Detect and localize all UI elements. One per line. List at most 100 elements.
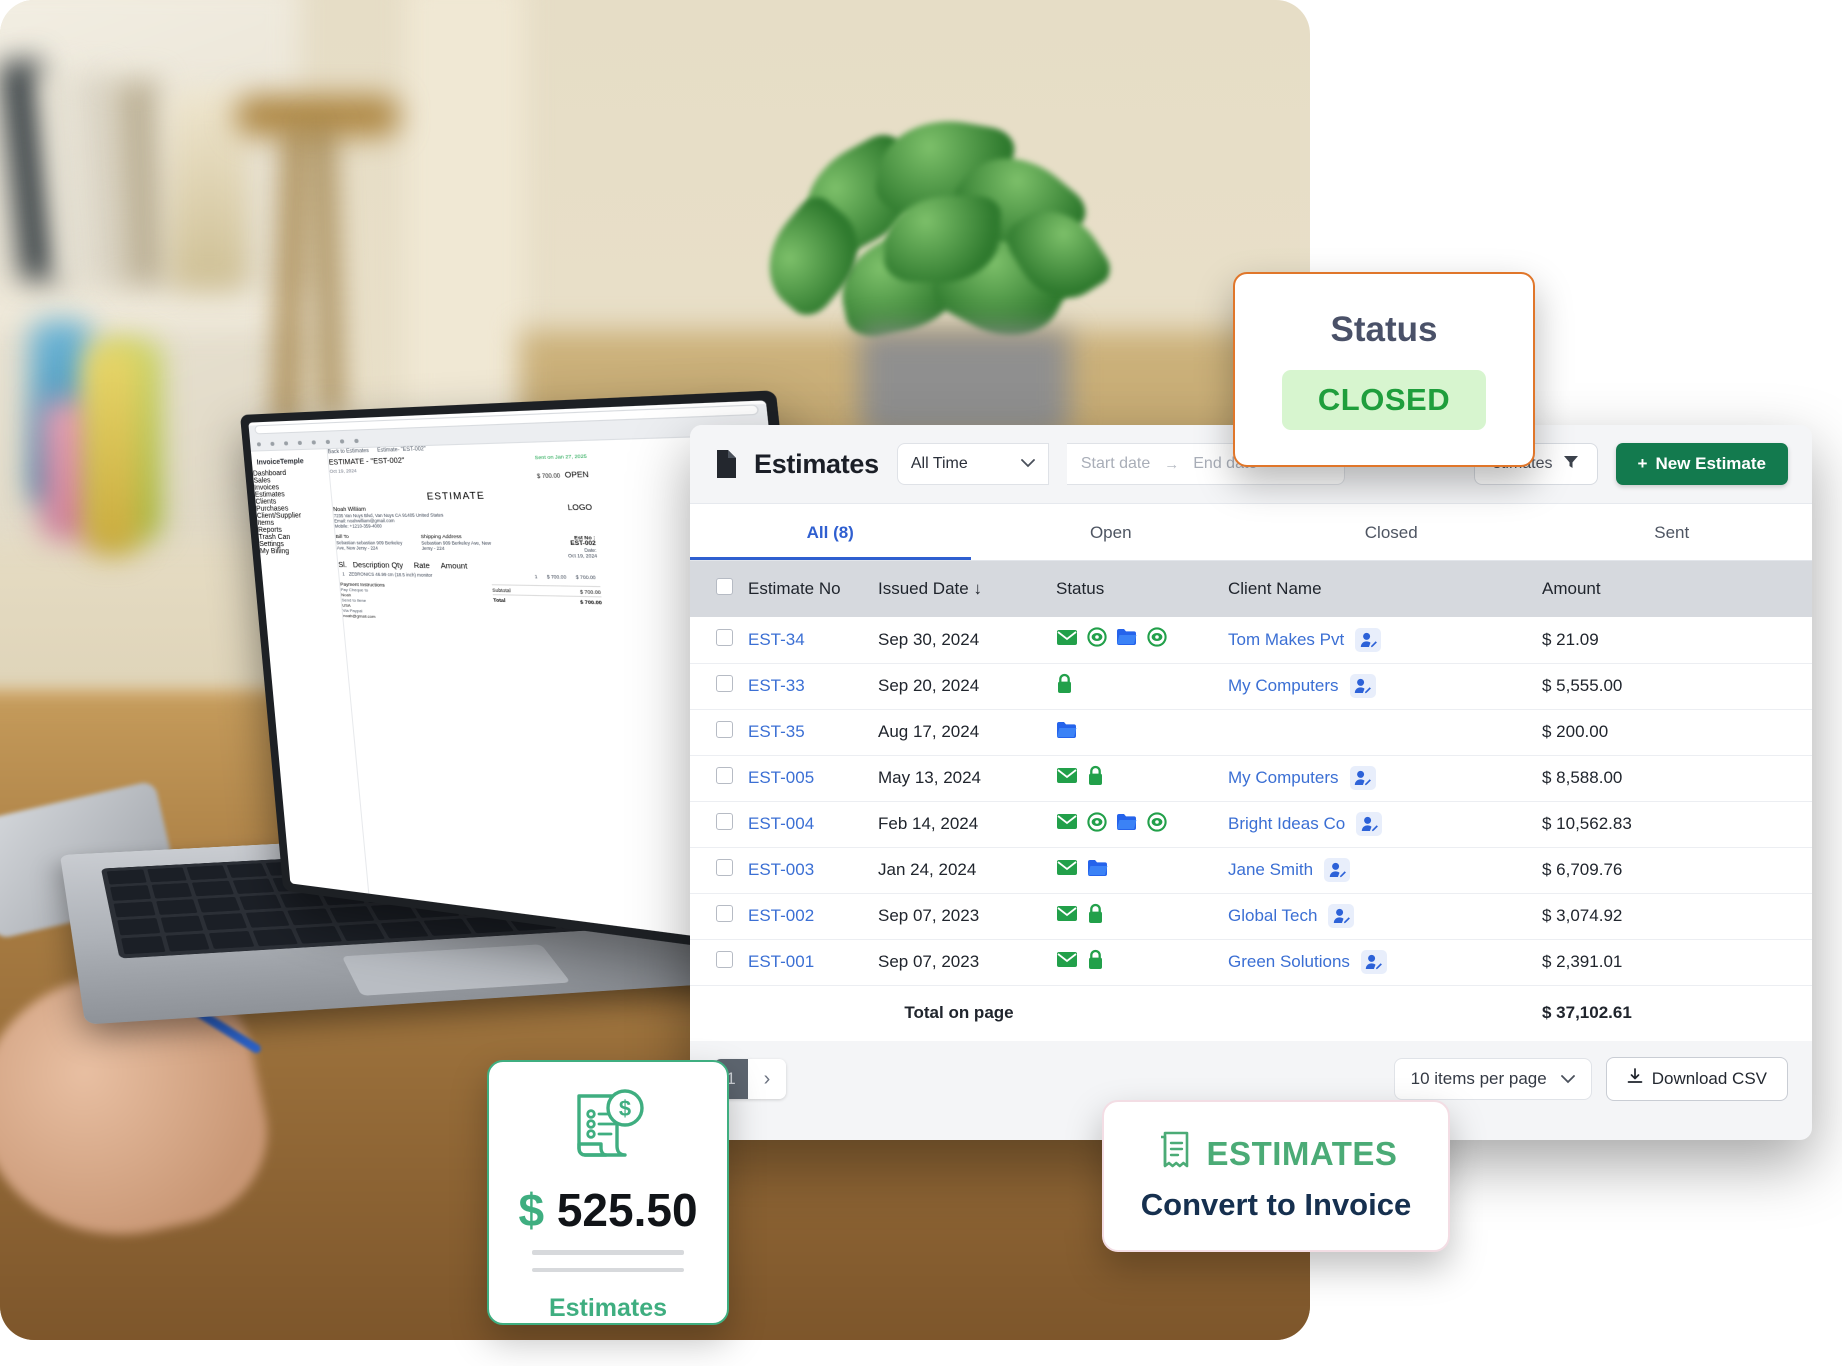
client-person-icon[interactable] xyxy=(1324,858,1350,882)
laptop-doc-item-sl: 1 xyxy=(342,571,345,576)
client-name-link[interactable]: My Computers xyxy=(1228,768,1339,788)
download-csv-button[interactable]: Download CSV xyxy=(1606,1057,1788,1101)
cell-issued-date: Jan 24, 2024 xyxy=(878,847,1056,893)
envelope-icon[interactable] xyxy=(1056,767,1078,789)
row-select-cell[interactable] xyxy=(690,617,748,663)
row-select-cell[interactable] xyxy=(690,801,748,847)
cell-estimate-no[interactable]: EST-35 xyxy=(748,709,878,755)
envelope-icon[interactable] xyxy=(1056,813,1078,835)
document-icon xyxy=(714,450,736,478)
row-checkbox[interactable] xyxy=(716,629,733,646)
lock-icon[interactable] xyxy=(1056,673,1073,699)
laptop-doc-subtotal-label: Subtotal xyxy=(492,587,511,593)
header-amount[interactable]: Amount xyxy=(1528,561,1812,617)
client-person-icon[interactable] xyxy=(1356,812,1382,836)
cell-estimate-no[interactable]: EST-33 xyxy=(748,663,878,709)
table-row[interactable]: EST-33 Sep 20, 2024 My Computers $ 5,555.00 xyxy=(690,663,1812,709)
cell-estimate-no[interactable]: EST-002 xyxy=(748,893,878,939)
cell-estimate-no[interactable]: EST-004 xyxy=(748,801,878,847)
tab-all[interactable]: All (8) xyxy=(690,504,971,560)
time-range-select[interactable]: All Time xyxy=(897,443,1049,485)
convert-card-subheading: Convert to Invoice xyxy=(1141,1187,1411,1223)
client-name-link[interactable]: Global Tech xyxy=(1228,906,1317,926)
table-row[interactable]: EST-005 May 13, 2024 My Computers $ 8,588.0… xyxy=(690,755,1812,801)
client-person-icon[interactable] xyxy=(1361,950,1387,974)
row-checkbox[interactable] xyxy=(716,951,733,968)
row-select-cell[interactable] xyxy=(690,709,748,755)
row-checkbox[interactable] xyxy=(716,813,733,830)
row-checkbox[interactable] xyxy=(716,859,733,876)
eye-icon[interactable] xyxy=(1147,812,1167,837)
folder-icon[interactable] xyxy=(1056,721,1078,744)
table-row[interactable]: EST-35 Aug 17, 2024 $ 200.00 xyxy=(690,709,1812,755)
folder-icon[interactable] xyxy=(1087,859,1109,882)
items-per-page-select[interactable]: 10 items per page xyxy=(1394,1058,1592,1100)
row-select-cell[interactable] xyxy=(690,755,748,801)
estimate-no-link[interactable]: EST-35 xyxy=(748,722,805,741)
table-row[interactable]: EST-002 Sep 07, 2023 Global Tech $ 3,074.92 xyxy=(690,893,1812,939)
select-all-checkbox[interactable] xyxy=(716,578,733,595)
start-date-input[interactable]: Start date xyxy=(1081,455,1150,473)
estimate-no-link[interactable]: EST-001 xyxy=(748,952,814,971)
cell-estimate-no[interactable]: EST-34 xyxy=(748,617,878,663)
client-person-icon[interactable] xyxy=(1350,674,1376,698)
estimate-no-link[interactable]: EST-002 xyxy=(748,906,814,925)
laptop-doc-title: ESTIMATE - "EST-002" xyxy=(329,457,406,466)
client-name-link[interactable]: Jane Smith xyxy=(1228,860,1313,880)
eye-icon[interactable] xyxy=(1087,627,1107,652)
envelope-icon[interactable] xyxy=(1056,859,1078,881)
total-spacer xyxy=(1228,985,1528,1041)
estimate-no-link[interactable]: EST-33 xyxy=(748,676,805,695)
envelope-icon[interactable] xyxy=(1056,951,1078,973)
cell-amount: $ 200.00 xyxy=(1528,709,1812,755)
table-row[interactable]: EST-001 Sep 07, 2023 Green Solutions $ 2,39… xyxy=(690,939,1812,985)
estimate-no-link[interactable]: EST-003 xyxy=(748,860,814,879)
client-person-icon[interactable] xyxy=(1328,904,1354,928)
client-name-link[interactable]: Tom Makes Pvt xyxy=(1228,630,1344,650)
lock-icon[interactable] xyxy=(1087,765,1104,791)
row-checkbox[interactable] xyxy=(716,905,733,922)
select-all-header[interactable] xyxy=(690,561,748,617)
eye-icon[interactable] xyxy=(1147,627,1167,652)
cell-estimate-no[interactable]: EST-003 xyxy=(748,847,878,893)
header-client-name[interactable]: Client Name xyxy=(1228,561,1528,617)
table-row[interactable]: EST-003 Jan 24, 2024 Jane Smith $ 6,709.76 xyxy=(690,847,1812,893)
table-row[interactable]: EST-004 Feb 14, 2024 Bright Ideas Co $ 10,5… xyxy=(690,801,1812,847)
laptop-doc-item-rate: $ 700.00 xyxy=(547,574,567,580)
client-person-icon[interactable] xyxy=(1355,628,1381,652)
table-row[interactable]: EST-34 Sep 30, 2024 Tom Makes Pvt $ 21.09 xyxy=(690,617,1812,663)
client-name-link[interactable]: My Computers xyxy=(1228,676,1339,696)
client-person-icon[interactable] xyxy=(1350,766,1376,790)
estimate-no-link[interactable]: EST-34 xyxy=(748,630,805,649)
tab-sent[interactable]: Sent xyxy=(1532,504,1813,560)
cell-issued-date: Sep 07, 2023 xyxy=(878,939,1056,985)
eye-icon[interactable] xyxy=(1087,812,1107,837)
next-page-icon[interactable]: › xyxy=(748,1059,786,1099)
row-select-cell[interactable] xyxy=(690,847,748,893)
tab-open[interactable]: Open xyxy=(971,504,1252,560)
folder-icon[interactable] xyxy=(1116,813,1138,836)
cell-estimate-no[interactable]: EST-001 xyxy=(748,939,878,985)
cell-estimate-no[interactable]: EST-005 xyxy=(748,755,878,801)
row-select-cell[interactable] xyxy=(690,663,748,709)
envelope-icon[interactable] xyxy=(1056,629,1078,651)
client-name-link[interactable]: Green Solutions xyxy=(1228,952,1350,972)
status-tabs: All (8) Open Closed Sent xyxy=(690,503,1812,561)
header-issued-date[interactable]: Issued Date ↓ xyxy=(878,561,1056,617)
row-checkbox[interactable] xyxy=(716,675,733,692)
lock-icon[interactable] xyxy=(1087,903,1104,929)
client-name-link[interactable]: Bright Ideas Co xyxy=(1228,814,1345,834)
header-estimate-no[interactable]: Estimate No xyxy=(748,561,878,617)
estimate-no-link[interactable]: EST-005 xyxy=(748,768,814,787)
new-estimate-button[interactable]: + New Estimate xyxy=(1616,443,1788,485)
row-checkbox[interactable] xyxy=(716,767,733,784)
envelope-icon[interactable] xyxy=(1056,905,1078,927)
row-checkbox[interactable] xyxy=(716,721,733,738)
header-status[interactable]: Status xyxy=(1056,561,1228,617)
estimate-no-link[interactable]: EST-004 xyxy=(748,814,814,833)
row-select-cell[interactable] xyxy=(690,939,748,985)
row-select-cell[interactable] xyxy=(690,893,748,939)
tab-closed[interactable]: Closed xyxy=(1251,504,1532,560)
lock-icon[interactable] xyxy=(1087,949,1104,975)
folder-icon[interactable] xyxy=(1116,628,1138,651)
